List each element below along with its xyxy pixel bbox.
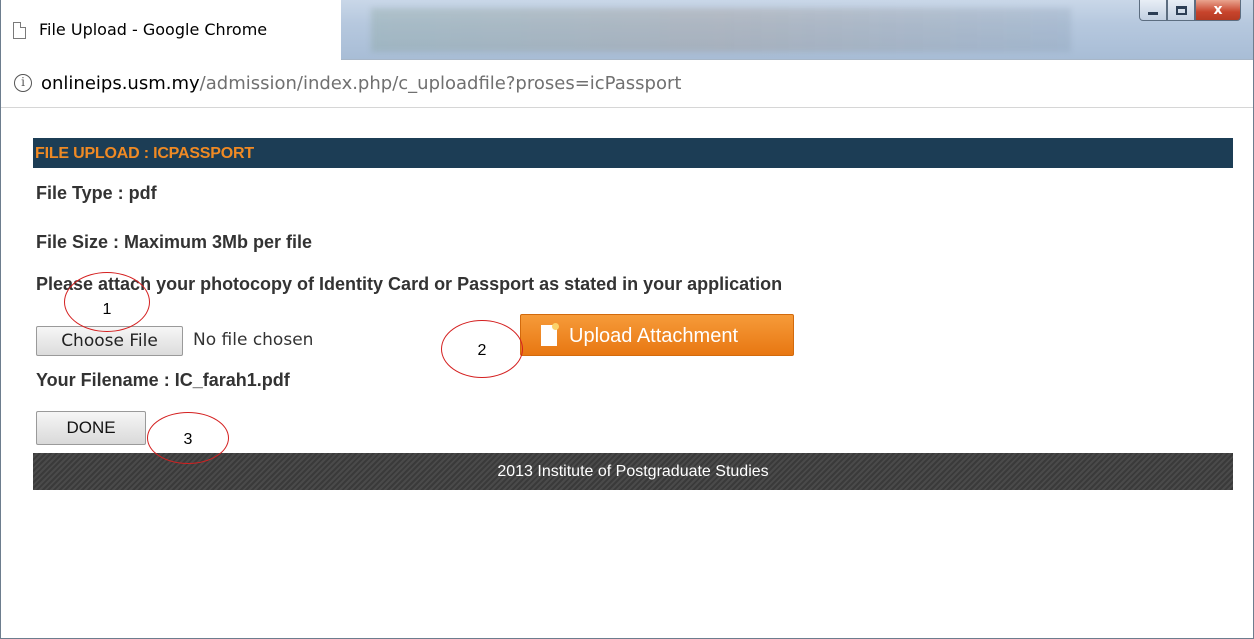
url-host: onlineips.usm.my [41,73,200,94]
window-controls: x [1139,0,1241,22]
address-bar[interactable]: i onlineips.usm.my/admission/index.php/c… [1,60,1253,108]
annotation-circle-2: 2 [441,320,523,378]
no-file-chosen-text: No file chosen [193,330,314,350]
done-button[interactable]: DONE [36,411,146,445]
tab-title: File Upload - Google Chrome [39,20,268,39]
url-text[interactable]: onlineips.usm.my/admission/index.php/c_u… [41,73,681,94]
browser-window: File Upload - Google Chrome x i onlineip… [0,0,1254,639]
title-bar: File Upload - Google Chrome x [1,0,1253,60]
annotation-circle-3: 3 [147,412,229,464]
maximize-icon [1175,5,1187,15]
new-file-icon [541,323,559,346]
filename-text: Your Filename : IC_farah1.pdf [36,370,290,390]
file-type-text: File Type : pdf [36,183,157,203]
footer-text: 2013 Institute of Postgraduate Studies [497,463,769,480]
annotation-circle-1: 1 [64,272,150,332]
url-path: /admission/index.php/c_uploadfile?proses… [199,73,682,94]
minimize-button[interactable] [1139,0,1167,21]
maximize-button[interactable] [1167,0,1195,21]
minimize-icon [1148,11,1158,15]
page-icon [13,22,26,39]
section-header: FILE UPLOAD : ICPASSPORT [33,138,1233,168]
blurred-taskbar-area [371,8,1071,52]
upload-attachment-button[interactable]: Upload Attachment [520,314,794,356]
close-button[interactable]: x [1195,0,1241,21]
tab-file-upload[interactable]: File Upload - Google Chrome [1,0,341,60]
section-title: FILE UPLOAD : ICPASSPORT [35,145,254,162]
info-icon[interactable]: i [14,74,32,92]
upload-attachment-label: Upload Attachment [569,325,738,347]
file-size-text: File Size : Maximum 3Mb per file [36,232,313,252]
